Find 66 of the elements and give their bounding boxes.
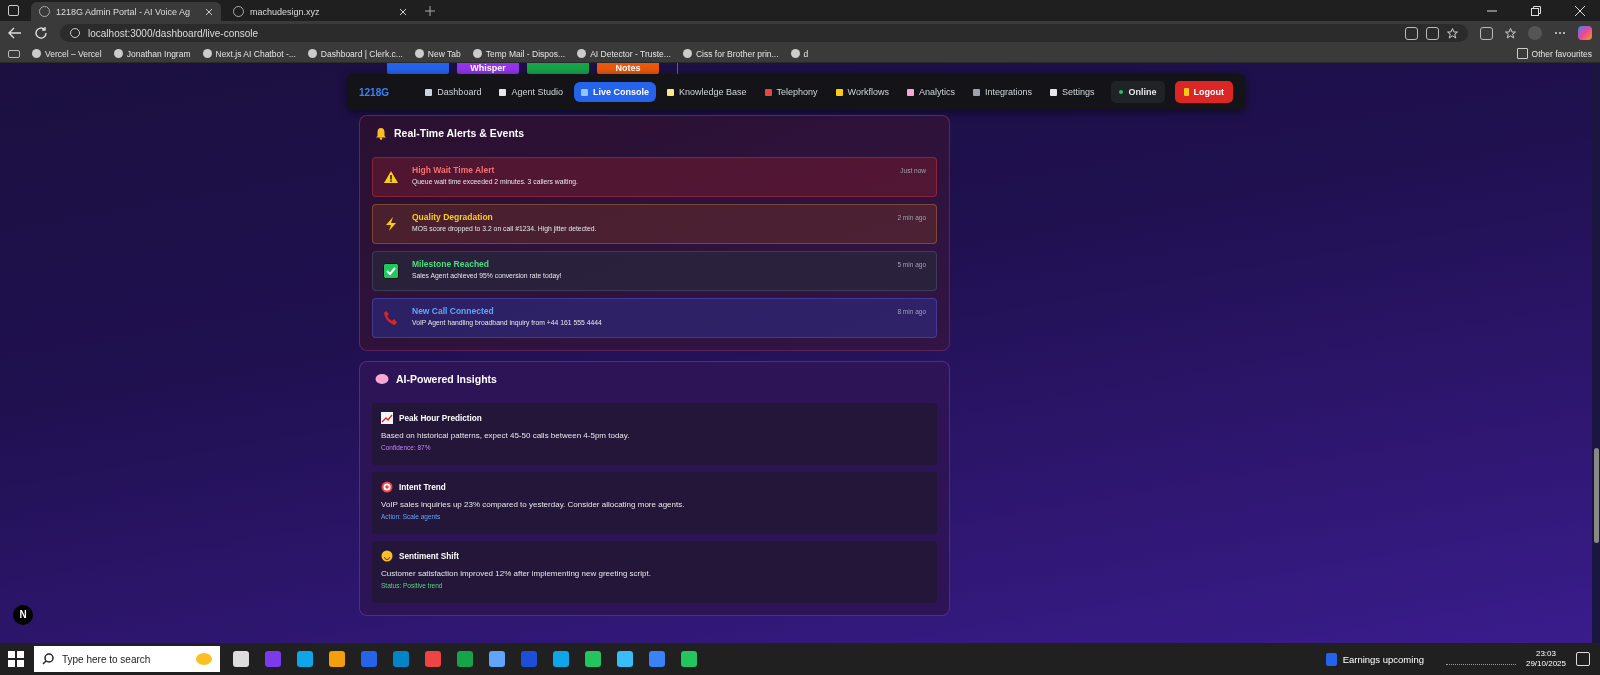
- bookmark-link[interactable]: Temp Mail - Dispos...: [472, 48, 566, 59]
- lightning-icon: [383, 216, 399, 232]
- dev-badge[interactable]: N: [13, 605, 33, 625]
- favorites-icon[interactable]: [1505, 27, 1516, 39]
- nav-tab[interactable]: Agent Studio: [492, 82, 570, 102]
- insight-title: Intent Trend: [399, 482, 446, 492]
- chart-icon: [381, 412, 393, 424]
- insight-text: VoIP sales inquiries up 23% compared to yesterday. Consider allocating more agents.: [381, 500, 686, 509]
- warning-icon: [383, 170, 399, 184]
- target-icon: [381, 481, 393, 493]
- address-field[interactable]: localhost:3000/dashboard/live-console: [60, 24, 1468, 42]
- close-icon[interactable]: [399, 7, 407, 16]
- reload-icon[interactable]: [34, 26, 48, 40]
- phone-icon: [383, 310, 399, 326]
- logout-button[interactable]: Logout: [1174, 81, 1233, 103]
- nav-tab[interactable]: Dashboard: [418, 82, 489, 102]
- card-title: Real-Time Alerts & Events: [394, 127, 525, 139]
- logo: 1218G: [359, 86, 391, 98]
- browser-tab[interactable]: machudesign.xyz: [225, 2, 415, 21]
- nav-tab[interactable]: Analytics: [899, 82, 962, 102]
- other-favourites-link[interactable]: Other favourites: [1516, 48, 1592, 59]
- close-icon[interactable]: [205, 7, 213, 16]
- bookmark-link[interactable]: Ciss for Brother prin...: [682, 48, 779, 59]
- nav-tab[interactable]: Workflows: [828, 82, 896, 102]
- nav-tab[interactable]: Settings: [1042, 82, 1102, 102]
- alert-title: Quality Degradation: [412, 212, 494, 222]
- nav-tab[interactable]: Live Console: [573, 82, 656, 102]
- insight-text: Based on historical patterns, expect 45-50 calls between 4-5pm today.: [381, 431, 631, 440]
- bookmark-link[interactable]: d: [790, 48, 809, 59]
- bookmark-link[interactable]: Dashboard | Clerk.c...: [307, 48, 403, 59]
- bookmark-link[interactable]: Next.js AI Chatbot -...: [202, 48, 296, 59]
- news-widget[interactable]: Earnings upcoming: [1325, 652, 1424, 666]
- insight-text: Customer satisfaction improved 12% after implementing new greeting script.: [381, 569, 652, 578]
- close-icon[interactable]: [1574, 4, 1586, 17]
- alert-title: High Wait Time Alert: [412, 165, 496, 175]
- nav-tab[interactable]: Integrations: [965, 82, 1039, 102]
- alert-title: Milestone Reached: [412, 259, 490, 269]
- windows-start-icon[interactable]: [8, 651, 24, 667]
- quick-action-button[interactable]: Notes: [597, 63, 659, 74]
- browser-tab[interactable]: 1218G Admin Portal - AI Voice Ag: [31, 2, 221, 21]
- smiley-icon: [381, 550, 393, 562]
- alert-title: New Call Connected: [412, 306, 495, 316]
- check-icon: [383, 263, 399, 279]
- status-badge: Online: [1111, 81, 1165, 103]
- quick-action-button[interactable]: Whisper: [457, 63, 519, 74]
- bookmark-link[interactable]: Vercel – Vercel: [32, 48, 102, 59]
- bookmark-link[interactable]: AI Detector - Truste...: [577, 48, 671, 59]
- favorite-star-icon[interactable]: [1447, 27, 1458, 39]
- copilot-icon[interactable]: [1578, 26, 1592, 40]
- search-icon: [42, 653, 54, 665]
- bookmark-link[interactable]: Jonathan Ingram: [113, 48, 191, 59]
- nav-tab[interactable]: Knowledge Base: [659, 82, 754, 102]
- insight-title: Sentiment Shift: [399, 551, 460, 561]
- restore-icon[interactable]: [1530, 4, 1542, 17]
- new-tab-icon[interactable]: [425, 5, 435, 16]
- back-icon[interactable]: [8, 27, 22, 39]
- clock[interactable]: 23:03 29/10/2025: [1525, 649, 1566, 669]
- sidebar-toggle-icon[interactable]: [8, 5, 19, 16]
- nav-tab[interactable]: Telephony: [757, 82, 825, 102]
- taskbar-search-field[interactable]: Type here to search: [34, 646, 220, 672]
- bell-icon: [375, 126, 387, 140]
- scrollbar[interactable]: [1592, 63, 1600, 643]
- more-icon[interactable]: [1554, 31, 1566, 35]
- card-title: AI-Powered Insights: [396, 373, 497, 385]
- insight-title: Peak Hour Prediction: [399, 413, 482, 423]
- bookmark-link[interactable]: New Tab: [414, 48, 461, 59]
